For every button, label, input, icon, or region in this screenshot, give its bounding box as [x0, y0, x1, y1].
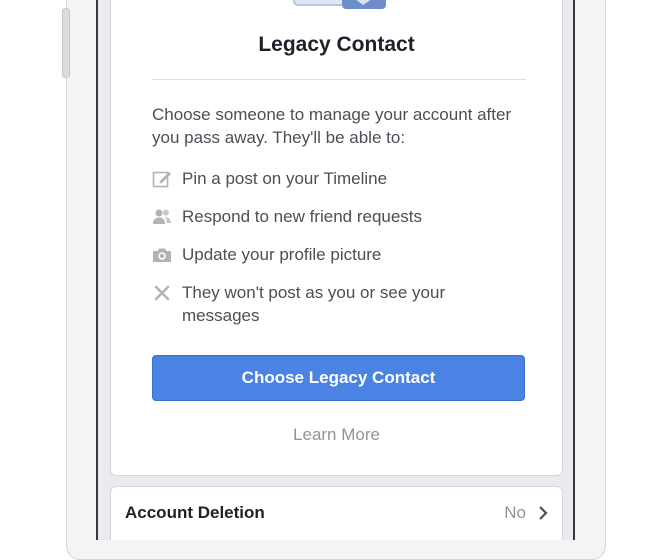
- divider: [152, 79, 526, 80]
- permission-label: Update your profile picture: [182, 245, 382, 264]
- chevron-right-icon: [539, 506, 548, 520]
- account-deletion-row[interactable]: Account Deletion No: [110, 486, 563, 540]
- legacy-contact-illustration-icon: [293, 0, 386, 9]
- camera-icon: [153, 248, 171, 262]
- edit-icon: [152, 171, 171, 188]
- permission-label: Respond to new friend requests: [182, 207, 423, 226]
- permission-label: They won't post as you or see your messa…: [182, 283, 446, 325]
- x-icon: [154, 285, 170, 301]
- learn-more-link[interactable]: Learn More: [111, 425, 562, 445]
- account-deletion-label: Account Deletion: [125, 503, 265, 522]
- phone-screen: Legacy Contact Choose someone to manage …: [96, 0, 575, 540]
- description-text: Choose someone to manage your account af…: [152, 105, 512, 147]
- account-deletion-value: No: [504, 503, 526, 522]
- page-title: Legacy Contact: [258, 33, 415, 56]
- choose-legacy-contact-button[interactable]: Choose Legacy Contact: [152, 355, 525, 401]
- friends-icon: [153, 209, 171, 224]
- permission-label: Pin a post on your Timeline: [182, 169, 388, 188]
- phone-side-button: [62, 8, 70, 78]
- legacy-contact-card: Legacy Contact Choose someone to manage …: [110, 0, 563, 476]
